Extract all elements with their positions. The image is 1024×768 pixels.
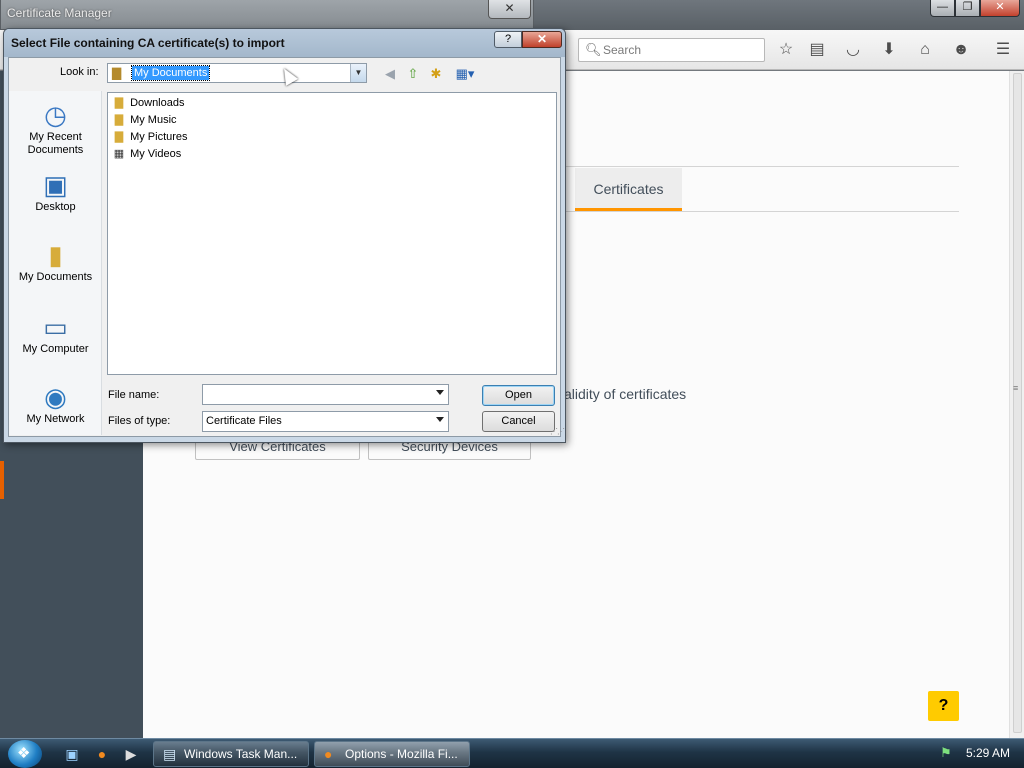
validity-text: alidity of certificates [564,386,687,402]
place-my-network[interactable]: ◉ My Network [9,381,102,426]
download-icon[interactable]: ⬇ [877,38,901,62]
file-type-label: Files of type: [108,415,171,427]
media-player-icon[interactable]: ▶ [121,744,141,764]
taskbar-button-task-manager[interactable]: ▤ Windows Task Man... [153,741,309,767]
file-name-label: File name: [108,389,160,401]
place-label: My Network [26,413,85,425]
taskbar: ❖ ▣ ● ▶ ▤ Windows Task Man... ● Options … [0,738,1024,768]
page-scrollbar[interactable]: ≡ [1009,71,1024,738]
folder-icon: ▇ [112,66,122,80]
pictures-folder-icon: ▇ [114,131,124,143]
close-button[interactable]: ✕ [980,0,1020,17]
file-name-input[interactable] [205,387,430,402]
minimize-button[interactable]: — [930,0,955,17]
scrollbar-thumb[interactable] [1013,73,1022,733]
list-item[interactable]: ▇ My Music [111,112,177,128]
certificate-manager-title: Certificate Manager [7,6,112,20]
place-label: My Computer [22,343,89,355]
open-button[interactable]: Open [482,385,555,406]
file-list[interactable]: ▇ Downloads ▇ My Music ▇ My Pictures ▦ M… [107,92,557,375]
restore-button[interactable]: ❐ [955,0,980,17]
start-button[interactable]: ❖ [8,740,42,768]
certificate-manager-window: Certificate Manager ✕ [0,0,534,30]
chevron-down-icon[interactable] [436,417,444,422]
file-name: My Music [130,114,177,126]
tab-certificates[interactable]: Certificates [575,168,682,211]
views-menu-icon[interactable]: ▦▾ [452,65,478,83]
videos-folder-icon: ▦ [113,148,125,160]
firefox-icon[interactable]: ● [92,744,112,764]
tab-divider-bottom [565,211,959,212]
look-in-value: My Documents [130,65,211,81]
pocket-icon[interactable]: ◡ [841,38,865,62]
resize-grip-icon[interactable]: ⋰⋰ [550,427,565,436]
dialog-close-button[interactable]: ✕ [522,31,562,48]
tab-divider-top [565,166,959,167]
explorer-icon[interactable]: ▣ [62,744,82,764]
my-network-icon: ◉ [44,382,67,412]
taskbar-button-firefox[interactable]: ● Options - Mozilla Fi... [314,741,470,767]
place-my-documents[interactable]: ▮ My Documents [9,239,102,284]
cancel-button[interactable]: Cancel [482,411,555,432]
recent-documents-icon: ◷ [44,100,67,130]
home-icon[interactable]: ⌂ [913,38,937,62]
desktop-icon: ▣ [43,170,68,200]
up-folder-icon[interactable]: ⇧ [403,65,423,83]
file-name: My Pictures [130,131,188,143]
place-label: Desktop [35,201,76,213]
my-documents-icon: ▮ [48,240,63,270]
task-manager-icon: ▤ [163,746,177,762]
look-in-label: Look in: [60,66,99,78]
my-computer-icon: ▭ [43,312,68,342]
firefox-icon: ● [324,746,333,762]
task-label: Options - Mozilla Fi... [345,747,458,761]
search-input[interactable] [603,42,758,58]
look-in-dropdown[interactable]: ▇ My Documents ▼ [107,63,367,83]
music-folder-icon: ▇ [114,114,124,126]
windows-logo-icon: ❖ [17,745,31,762]
star-icon[interactable]: ☆ [774,38,798,62]
chevron-down-icon[interactable]: ▼ [350,64,366,82]
clock[interactable]: 5:29 AM [966,746,1010,760]
scrollbar-grip-icon: ≡ [1013,383,1019,393]
list-item[interactable]: ▦ My Videos [111,146,181,162]
file-open-dialog: Select File containing CA certificate(s)… [3,28,566,443]
network-tray-icon[interactable]: ⚑ [940,745,952,761]
place-my-computer[interactable]: ▭ My Computer [9,311,102,356]
file-name: Downloads [130,97,185,109]
back-icon[interactable]: ◀ [380,65,400,83]
place-label: My Documents [18,271,93,283]
dialog-title: Select File containing CA certificate(s)… [11,36,285,50]
file-name: My Videos [130,148,182,160]
list-item[interactable]: ▇ My Pictures [111,129,188,145]
new-folder-icon[interactable]: ✱ [426,65,446,83]
help-button[interactable]: ? [928,691,959,721]
chevron-down-icon[interactable] [436,390,444,395]
places-bar: ◷ My Recent Documents ▣ Desktop ▮ My Doc… [9,91,102,435]
place-desktop[interactable]: ▣ Desktop [9,169,102,214]
search-bar[interactable]: 🔍︎ [578,38,765,62]
place-label: My Recent Documents [27,131,84,156]
file-type-select[interactable]: Certificate Files [202,411,449,432]
dialog-titlebar[interactable]: Select File containing CA certificate(s)… [4,29,565,57]
dialog-help-button[interactable]: ? [494,31,522,48]
folder-icon: ▇ [114,97,124,109]
menu-icon[interactable]: ☰ [991,38,1015,62]
list-item[interactable]: ▇ Downloads [111,95,185,111]
file-type-value: Certificate Files [206,415,282,427]
selected-category-indicator [0,461,4,499]
certificate-manager-close-button[interactable]: ✕ [488,0,531,19]
search-icon: 🔍︎ [585,42,602,57]
reading-list-icon[interactable]: ▤ [805,38,829,62]
hello-icon[interactable]: ☻ [949,38,973,62]
place-recent-documents[interactable]: ◷ My Recent Documents [9,99,102,157]
task-label: Windows Task Man... [184,747,298,761]
file-name-combobox[interactable] [202,384,449,405]
